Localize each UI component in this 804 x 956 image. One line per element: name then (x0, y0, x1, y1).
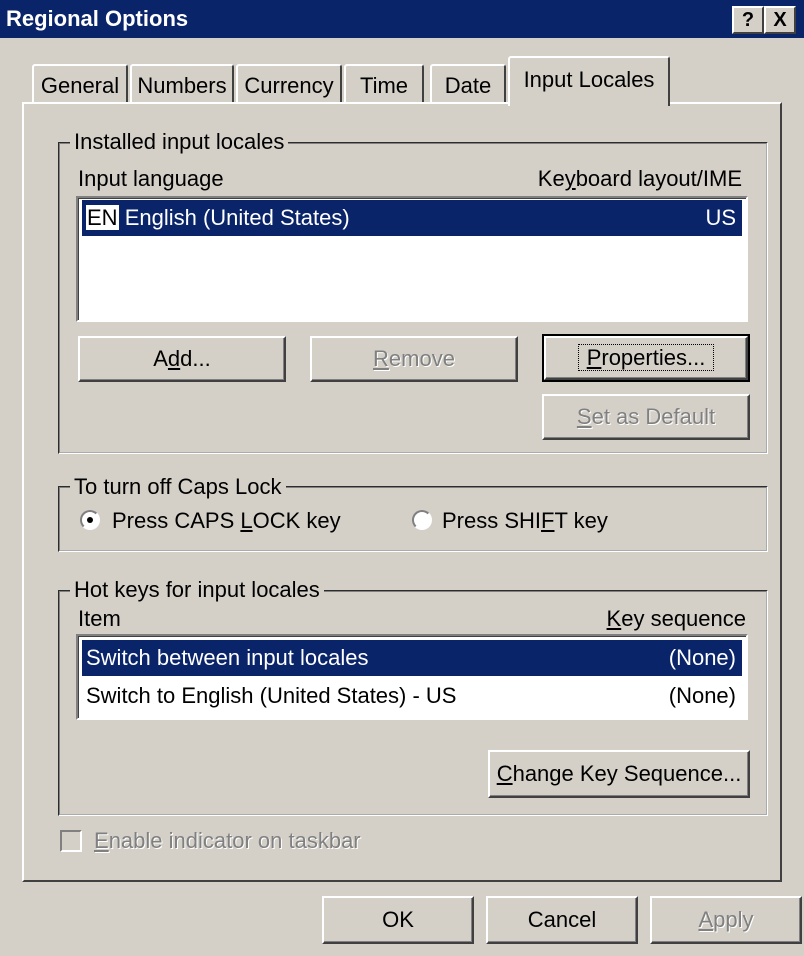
radio-dot-icon (87, 517, 93, 523)
tab-numbers[interactable]: Numbers (130, 64, 234, 106)
installed-locales-label: Installed input locales (70, 129, 289, 155)
indicator-checkbox[interactable] (60, 830, 82, 852)
remove-button[interactable]: Remove (310, 336, 518, 382)
set-default-button[interactable]: Set as Default (542, 394, 750, 440)
hotkeys-list[interactable]: Switch between input locales (None) Swit… (76, 634, 748, 720)
hotkey-sequence: (None) (668, 645, 736, 670)
language-badge: EN (86, 205, 119, 230)
close-button[interactable]: X (764, 6, 796, 34)
cancel-button[interactable]: Cancel (486, 896, 638, 944)
table-row[interactable]: Switch between input locales (None) (82, 640, 742, 676)
title-bar: Regional Options ? X (0, 0, 804, 38)
item-header: Item (78, 606, 121, 631)
radio-caps-lock[interactable] (80, 510, 100, 530)
hotkey-item: Switch between input locales (86, 645, 369, 670)
capslock-label: To turn off Caps Lock (70, 474, 286, 500)
language-name: English (United States) (124, 205, 350, 230)
table-row[interactable]: Switch to English (United States) - US (… (82, 678, 742, 714)
window-title: Regional Options (6, 6, 189, 31)
change-key-sequence-button[interactable]: Change Key Sequence... (488, 750, 750, 798)
hotkeys-label: Hot keys for input locales (70, 577, 324, 603)
tab-general[interactable]: General (32, 64, 128, 106)
add-button[interactable]: Add... (78, 336, 286, 382)
key-sequence-header: Key sequence (606, 606, 746, 631)
help-button[interactable]: ? (732, 6, 764, 34)
hotkey-item: Switch to English (United States) - US (86, 683, 457, 708)
properties-button[interactable]: Properties... (542, 334, 750, 382)
tab-date[interactable]: Date (430, 64, 506, 106)
indicator-label[interactable]: Enable indicator on taskbar (94, 828, 361, 854)
tab-currency[interactable]: Currency (236, 64, 342, 106)
shift-option-label[interactable]: Press SHIFT key (442, 508, 608, 534)
list-item[interactable]: EN English (United States) US (82, 200, 742, 236)
keyboard-layout-header: Keyboard layout/IME (537, 166, 742, 191)
installed-locales-list[interactable]: EN English (United States) US (76, 196, 748, 322)
tab-time[interactable]: Time (344, 64, 424, 106)
hotkey-sequence: (None) (668, 683, 736, 708)
apply-button[interactable]: Apply (650, 896, 802, 944)
input-language-header: Input language (78, 166, 224, 191)
caps-lock-option-label[interactable]: Press CAPS LOCK key (112, 508, 341, 534)
radio-shift[interactable] (412, 510, 432, 530)
layout-name: US (705, 205, 736, 230)
tab-input-locales[interactable]: Input Locales (508, 56, 670, 106)
ok-button[interactable]: OK (322, 896, 474, 944)
